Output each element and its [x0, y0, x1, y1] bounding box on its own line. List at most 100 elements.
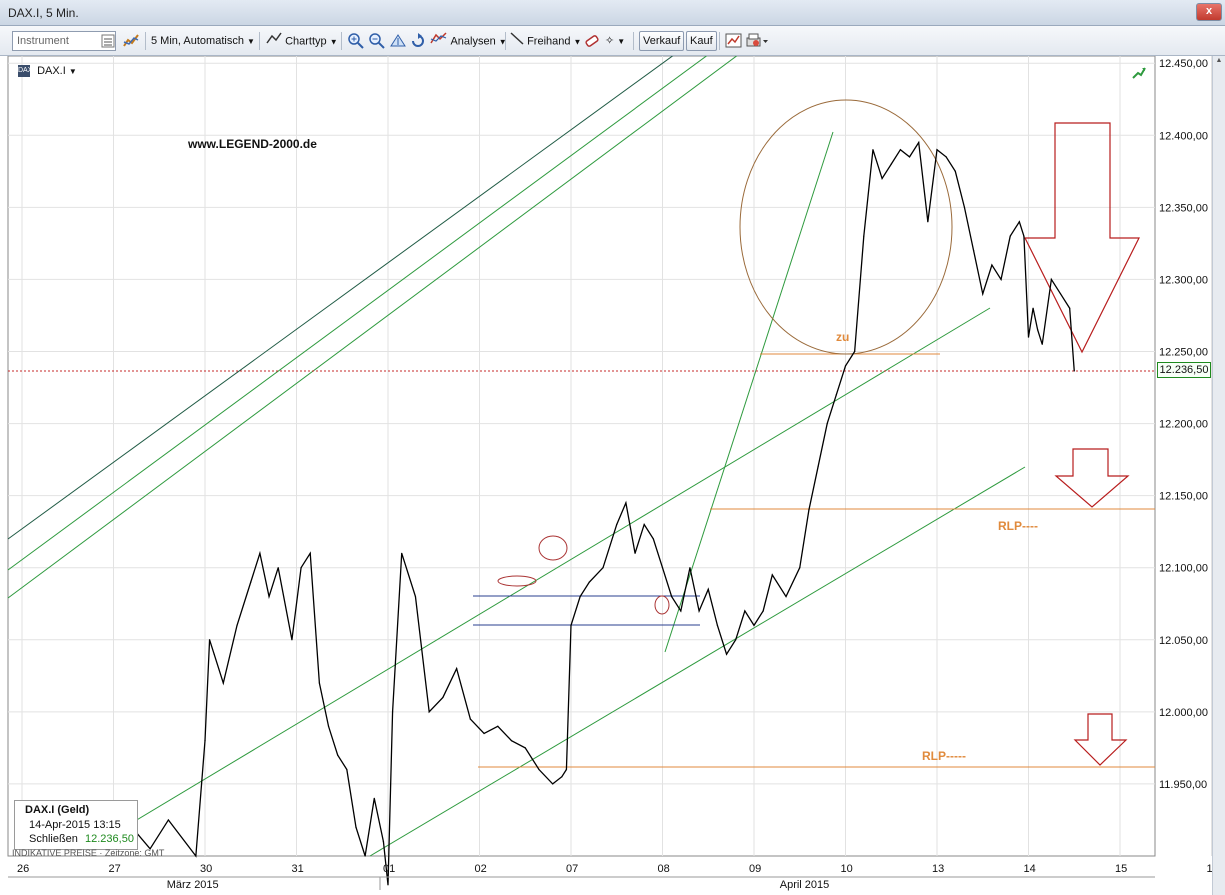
y-tick-label: 12.450,00: [1159, 58, 1208, 70]
footer-note: INDIKATIVE PREISE · Zeitzone: GMT: [12, 848, 165, 858]
price-point: [561, 776, 563, 778]
vertical-scrollbar[interactable]: ▲: [1212, 56, 1225, 895]
price-point: [524, 747, 526, 749]
reset-icon[interactable]: [409, 32, 427, 50]
dax-logo: DAX: [18, 65, 32, 78]
y-tick-label: 12.050,00: [1159, 635, 1208, 647]
price-point: [973, 249, 975, 252]
price-chart[interactable]: 11.950,00 12.000,00 12.050,00 12.100,00 12.1…: [0, 56, 1212, 895]
price-point: [1000, 278, 1002, 281]
grid: [7, 56, 1212, 857]
analysis-icon: [430, 31, 448, 52]
kauf-button[interactable]: Kauf: [686, 31, 717, 51]
trend-up-icon: [1132, 66, 1146, 80]
annotation-rlp-1: RLP----: [998, 519, 1038, 533]
freihand-label: Freihand: [527, 35, 571, 48]
price-point: [346, 768, 348, 771]
price-point: [991, 264, 993, 266]
plot-frame: [7, 56, 1156, 857]
price-point: [204, 740, 206, 742]
analysen-label: Analysen: [450, 35, 496, 48]
price-point: [982, 293, 984, 295]
price-point: [277, 567, 279, 569]
price-point: [167, 819, 169, 821]
price-point: [337, 754, 339, 756]
price-point: [652, 538, 654, 540]
zoom-out-icon[interactable]: [368, 32, 386, 50]
chevron-down-icon: ▼: [247, 37, 255, 46]
last-price-tag: 12.236,50: [1157, 362, 1211, 378]
info-datetime: 14-Apr-2015 13:15: [29, 819, 121, 831]
x-month-label: März 2015: [167, 879, 219, 891]
chevron-down-icon: ▼: [329, 37, 338, 47]
annotation-zu: zu: [836, 330, 849, 344]
price-point: [890, 163, 892, 165]
price-point: [826, 422, 828, 425]
x-month-label: April 2015: [780, 879, 830, 891]
price-point: [643, 523, 645, 526]
eraser-icon[interactable]: [583, 32, 601, 50]
instrument-badge[interactable]: DAX DAX.I ▼: [18, 64, 77, 78]
window-minimize-button[interactable]: x: [1196, 3, 1222, 21]
scroll-up-arrow-icon[interactable]: ▲: [1214, 57, 1224, 67]
autoscale-icon[interactable]: [389, 32, 407, 50]
y-tick-label: 12.400,00: [1159, 130, 1208, 142]
price-point: [373, 797, 375, 799]
price-point: [725, 653, 728, 655]
price-point: [588, 581, 590, 583]
zoom-in-icon[interactable]: [347, 32, 365, 50]
price-point: [387, 884, 389, 886]
price-point: [469, 718, 471, 720]
watermark-text: www.LEGEND-2000.de: [187, 137, 317, 151]
price-point: [634, 552, 636, 554]
price-point: [268, 595, 270, 598]
annotation-rlp-2: RLP-----: [922, 749, 966, 763]
price-point: [391, 711, 394, 713]
chart-area[interactable]: 11.950,00 12.000,00 12.050,00 12.100,00 12.1…: [0, 56, 1225, 895]
price-point: [1032, 307, 1034, 309]
interval-label: 5 Min, Automatisch: [151, 35, 244, 47]
x-tick-label: 02: [475, 863, 487, 875]
price-point: [565, 768, 568, 771]
freihand-dropdown[interactable]: Freihand ▼: [510, 31, 581, 51]
price-point: [1037, 329, 1039, 331]
price-point: [936, 149, 938, 151]
x-tick-label: 27: [109, 863, 121, 875]
price-point: [744, 610, 746, 612]
y-tick-label: 12.250,00: [1159, 346, 1208, 358]
y-tick-label: 12.350,00: [1159, 202, 1208, 214]
x-tick-label: 10: [841, 863, 853, 875]
price-point: [899, 149, 902, 151]
x-tick-label: 15: [1115, 863, 1127, 875]
price-point: [208, 639, 211, 641]
price-point: [250, 581, 252, 583]
line-chart-icon: [266, 31, 282, 52]
price-point: [414, 595, 417, 598]
analysen-dropdown[interactable]: Analysen ▼: [430, 31, 507, 51]
compare-icon[interactable]: [122, 32, 140, 50]
price-point: [661, 567, 664, 569]
price-point: [401, 552, 403, 554]
verkauf-button[interactable]: Verkauf: [639, 31, 685, 51]
price-point: [799, 567, 801, 569]
instrument-list-icon[interactable]: [101, 34, 115, 48]
price-point: [817, 466, 819, 468]
price-point: [483, 732, 485, 735]
price-point: [716, 624, 719, 626]
interval-dropdown[interactable]: 5 Min, Automatisch ▼: [151, 31, 255, 51]
price-point: [291, 639, 293, 641]
chevron-down-icon: ▼: [617, 37, 626, 46]
price-point: [1023, 235, 1025, 237]
x-tick-label: 07: [566, 863, 578, 875]
price-point: [698, 610, 700, 612]
price-point: [1009, 235, 1011, 237]
price-point: [707, 588, 709, 590]
chart-settings-icon[interactable]: [725, 32, 743, 50]
charttype-dropdown[interactable]: Charttyp ▼: [266, 31, 338, 51]
crosshair-dropdown[interactable]: ✧ ▼: [605, 31, 625, 51]
print-icon[interactable]: [745, 32, 769, 50]
price-point: [762, 610, 764, 612]
price-point: [318, 682, 320, 684]
info-title: DAX.I (Geld): [25, 804, 90, 816]
price-point: [1041, 343, 1043, 345]
